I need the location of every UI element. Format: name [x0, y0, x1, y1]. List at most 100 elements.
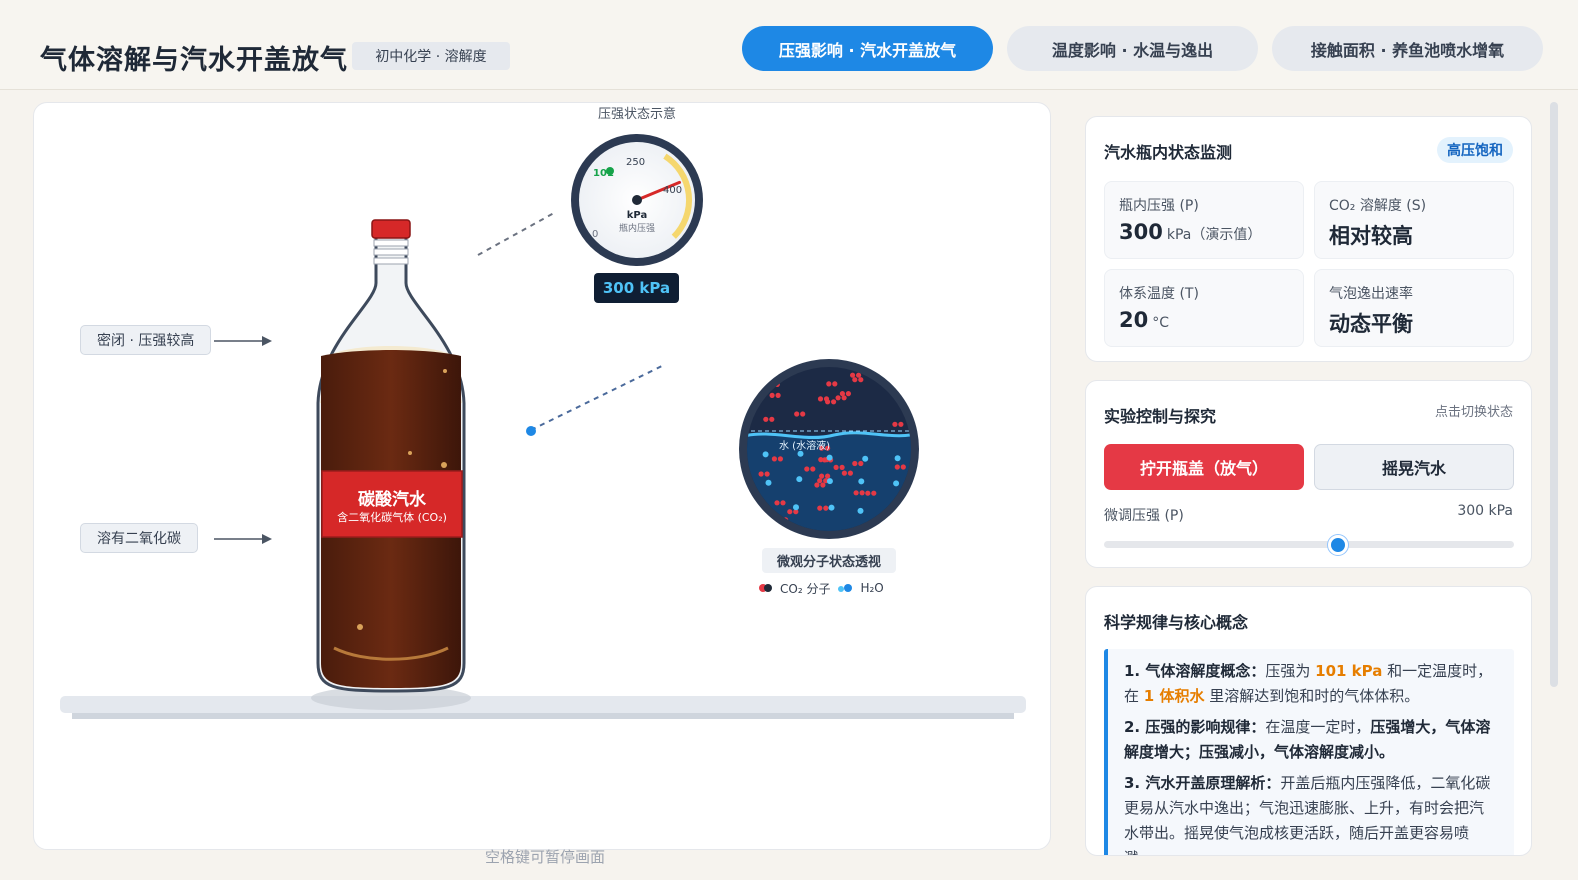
controls-hint: 点击切换状态 — [1434, 405, 1513, 420]
co2-molecule — [847, 470, 854, 476]
metric-solubility: CO₂ 溶解度 (S) 相对较高 — [1314, 181, 1514, 259]
co2-molecule — [898, 421, 904, 427]
co2-molecule — [769, 416, 775, 422]
co2-molecule — [845, 391, 852, 397]
bottle-label-main: 碳酸汽水 — [358, 490, 426, 510]
co2-molecule — [819, 473, 825, 479]
co2-molecule — [865, 490, 871, 496]
co2-molecule — [814, 482, 820, 488]
metric-label: 体系温度 (T) — [1119, 286, 1199, 302]
co2-molecule — [900, 464, 906, 470]
page-title: 气体溶解与汽水开盖放气 — [40, 45, 348, 76]
micro-water-label: 水 (水溶液) — [779, 439, 830, 452]
co2-molecule — [823, 396, 830, 402]
co2-molecule — [777, 456, 784, 462]
co2-molecule — [894, 378, 901, 384]
controls-title: 实验控制与探究 — [1104, 407, 1217, 426]
co2-molecule — [853, 490, 859, 496]
metric-value: 相对较高 — [1329, 224, 1413, 248]
micro-caption: 微观分子状态透视 — [762, 548, 896, 573]
co2-molecule — [841, 395, 847, 401]
co2-molecule — [856, 372, 862, 378]
co2-molecule — [852, 460, 858, 467]
stage-drawing: 0 101 250 400 kPa 瓶内压强 水 (水溶液) — [60, 134, 1026, 719]
co2-molecule — [832, 381, 838, 387]
h2o-molecule — [826, 454, 833, 461]
concepts-title: 科学规律与核心概念 — [1104, 613, 1249, 632]
co2-molecule — [850, 372, 856, 378]
gauge-sublabel: 瓶内压强 — [619, 222, 655, 234]
h2o-legend-label: H₂O — [860, 581, 884, 595]
co2-molecule — [900, 378, 907, 384]
app-header: 气体溶解与汽水开盖放气 初中化学 · 溶解度 压强影响 · 汽水开盖放气 温度影… — [0, 0, 1578, 90]
simulation-stage[interactable]: 0 101 250 400 kPa 瓶内压强 水 (水溶液) 密闭 · 压强较高… — [33, 102, 1051, 850]
metric-value: 300 — [1119, 220, 1163, 244]
gauge-tick-label: 0 — [592, 229, 598, 240]
concepts-card: 科学规律与核心概念 1. 气体溶解度概念：压强为 101 kPa 和一定温度时，… — [1085, 586, 1532, 856]
metric-pressure: 瓶内压强 (P) 300 kPa（演示值） — [1104, 181, 1304, 259]
co2-molecule — [810, 466, 816, 472]
bottle-label-sub: 含二氧化碳气体 (CO₂) — [337, 511, 447, 524]
h2o-legend-icon — [838, 581, 853, 595]
co2-molecule — [787, 509, 793, 515]
co2-molecule — [769, 392, 775, 398]
metric-label: CO₂ 溶解度 (S) — [1329, 198, 1427, 214]
co2-molecule — [758, 471, 764, 477]
co2-molecule — [771, 456, 778, 462]
concepts-list: 1. 气体溶解度概念：压强为 101 kPa 和一定温度时，在 1 体积水 里溶… — [1104, 649, 1514, 855]
co2-molecule — [833, 464, 839, 470]
co2-molecule — [780, 500, 786, 506]
open-cap-button[interactable]: 拧开瓶盖（放气） — [1104, 444, 1304, 490]
gauge-pivot — [632, 195, 642, 205]
pressure-slider-track[interactable] — [1104, 541, 1514, 548]
gauge-tick-label: 400 — [663, 185, 682, 196]
co2-molecule — [763, 416, 769, 422]
metric-value: 动态平衡 — [1329, 312, 1413, 336]
controls-card: 实验控制与探究 点击切换状态 拧开瓶盖（放气） 摇晃汽水 微调压强 (P) 30… — [1085, 380, 1532, 568]
pressure-readout: 300 kPa — [594, 273, 679, 303]
co2-molecule — [841, 470, 848, 476]
bottle-cap — [371, 219, 411, 239]
co2-molecule — [817, 396, 824, 402]
h2o-molecule — [862, 455, 869, 462]
co2-molecule — [764, 471, 770, 477]
label-sealed: 密闭 · 压强较高 — [80, 325, 212, 355]
soda-bottle — [316, 219, 466, 693]
co2-molecule — [835, 395, 841, 401]
metric-label: 气泡逸出速率 — [1329, 286, 1413, 302]
micro-connector — [530, 364, 665, 431]
co2-molecule — [775, 392, 781, 398]
metric-label: 瓶内压强 (P) — [1119, 198, 1199, 214]
metric-temperature: 体系温度 (T) 20 °C — [1104, 269, 1304, 347]
h2o-molecule — [765, 479, 772, 486]
micro-legend: CO₂ 分子 H₂O — [759, 578, 909, 598]
table-surface — [60, 696, 1026, 713]
metric-value: 20 — [1119, 308, 1149, 332]
co2-molecule — [839, 464, 845, 470]
bubble — [408, 451, 412, 455]
shake-button[interactable]: 摇晃汽水 — [1314, 444, 1514, 490]
co2-molecule — [858, 460, 864, 467]
tab-temperature[interactable]: 温度影响 · 水温与逸出 — [1007, 26, 1258, 71]
subject-badge: 初中化学 · 溶解度 — [352, 42, 510, 70]
h2o-molecule — [826, 478, 833, 485]
h2o-molecule — [894, 455, 901, 462]
table-edge — [72, 713, 1014, 719]
h2o-molecule — [828, 504, 835, 511]
co2-molecule — [804, 466, 810, 472]
tab-pressure[interactable]: 压强影响 · 汽水开盖放气 — [742, 26, 993, 71]
co2-legend-icon — [759, 581, 772, 595]
page-scrollbar[interactable] — [1550, 102, 1558, 687]
gauge-unit: kPa — [627, 210, 647, 221]
tab-surface-area[interactable]: 接触面积 · 养鱼池喷水增氧 — [1272, 26, 1543, 71]
monitor-title: 汽水瓶内状态监测 — [1104, 143, 1233, 162]
co2-molecule — [820, 482, 826, 488]
h2o-molecule — [762, 451, 769, 458]
slider-value: 300 kPa — [1457, 503, 1513, 519]
h2o-molecule — [857, 507, 864, 514]
h2o-molecule — [796, 476, 803, 483]
gauge-tick-label: 101 — [593, 168, 614, 179]
pressure-slider-thumb[interactable] — [1327, 535, 1348, 555]
co2-molecule — [871, 490, 877, 496]
gauge-connector — [477, 212, 555, 256]
